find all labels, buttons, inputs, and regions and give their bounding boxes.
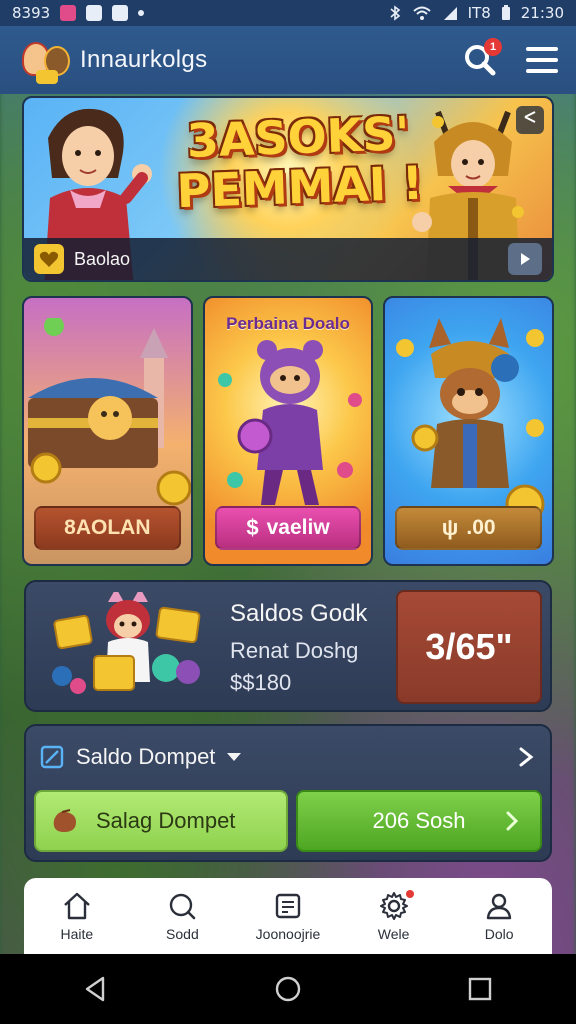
nav-item-settings[interactable]: Wele xyxy=(344,890,444,942)
balance-subtitle: Renat Doshg xyxy=(230,638,359,663)
home-icon xyxy=(63,892,90,920)
hero-banner[interactable]: 3ASOKS' PEMMAI ! Baolao xyxy=(22,96,554,282)
notification-badge: 1 xyxy=(484,38,502,56)
wallet-title: Saldo Dompet xyxy=(76,744,216,769)
game-cards-row: 8AOLAN Perbaina Doalo $ vaeliw ψ .00 xyxy=(22,296,555,566)
treasure-chest-illustration xyxy=(28,318,191,506)
chevron-right-icon[interactable] xyxy=(516,746,536,768)
explorer-card-button[interactable]: ψ .00 xyxy=(395,506,543,550)
signal-icon xyxy=(443,7,457,20)
status-clock: 21:30 xyxy=(520,4,564,22)
balance-amount: $$180 xyxy=(230,670,292,695)
game-card-ninja[interactable]: Perbaina Doalo $ vaeliw xyxy=(202,296,374,566)
hero-badge-label: Baolao xyxy=(74,248,131,269)
heart-badge-icon xyxy=(34,244,64,274)
bottom-navigation: Haite Sodd Joonoojrie Wele Dolo xyxy=(24,878,552,954)
hamburger-menu-button[interactable] xyxy=(526,47,558,73)
wallet-action-button[interactable]: 206 Sosh xyxy=(296,790,542,852)
battery-icon xyxy=(501,5,510,20)
hero-next-button[interactable] xyxy=(508,243,542,275)
app-header: Innaurkolgs 1 xyxy=(0,26,576,94)
coin-bag-icon xyxy=(53,809,76,832)
card-title: Perbaina Doalo xyxy=(226,314,350,333)
system-navigation-bar xyxy=(0,954,576,1024)
gallery-notification-icon xyxy=(60,5,77,21)
settings-notification-dot xyxy=(405,890,414,898)
app-notification-icon xyxy=(112,5,129,21)
chevron-right-icon xyxy=(506,811,519,831)
nav-item-documents[interactable]: Joonoojrie xyxy=(238,890,338,942)
status-time-left: 8393 xyxy=(12,4,51,22)
mascot-gems-illustration xyxy=(52,592,201,694)
chevron-down-icon[interactable] xyxy=(227,753,242,761)
ninja-character-illustration xyxy=(217,340,362,505)
back-triangle-icon[interactable] xyxy=(81,974,111,1004)
play-arrow-icon xyxy=(521,253,530,265)
game-card-explorer[interactable]: ψ .00 xyxy=(383,296,555,566)
wallet-panel: Saldo Dompet Salag Dompet 206 Sosh xyxy=(24,724,552,862)
search-button[interactable]: 1 xyxy=(462,38,502,78)
search-icon xyxy=(170,893,196,920)
edit-icon xyxy=(40,745,64,769)
gear-icon xyxy=(379,892,408,920)
hero-title: 3ASOKS' PEMMAI ! xyxy=(175,106,424,219)
balance-panel[interactable]: Saldos Godk Renat Doshg $$180 3/65" xyxy=(24,580,552,712)
app-title: Innaurkolgs xyxy=(80,46,208,73)
document-icon xyxy=(275,893,301,919)
status-indicator: IT8 xyxy=(467,4,491,22)
wallet-header[interactable]: Saldo Dompet xyxy=(40,742,536,772)
home-circle-icon[interactable] xyxy=(273,974,303,1004)
balance-title: Saldos Godk xyxy=(230,600,368,627)
explorer-character-illustration xyxy=(396,318,545,518)
share-button[interactable] xyxy=(516,106,544,134)
game-card-treasure[interactable]: 8AOLAN xyxy=(22,296,193,566)
bluetooth-icon xyxy=(390,5,400,21)
more-notifications-icon xyxy=(138,10,145,16)
recents-square-icon[interactable] xyxy=(465,974,495,1004)
app-logo[interactable] xyxy=(18,32,74,88)
nav-item-profile[interactable]: Dolo xyxy=(449,890,549,942)
hero-footer: Baolao xyxy=(24,238,552,280)
status-bar: 8393 IT8 21:30 xyxy=(0,0,576,26)
ninja-card-button[interactable]: $ vaeliw xyxy=(214,506,362,550)
share-icon xyxy=(524,111,536,123)
balance-highlight-value[interactable]: 3/65" xyxy=(396,590,542,704)
wallet-balance-button[interactable]: Salag Dompet xyxy=(34,790,288,852)
nav-item-search[interactable]: Sodd xyxy=(132,890,232,942)
wifi-icon xyxy=(412,6,431,20)
treasure-card-button[interactable]: 8AOLAN xyxy=(34,506,181,550)
chat-notification-icon xyxy=(86,5,103,21)
user-icon xyxy=(486,893,512,920)
nav-item-home[interactable]: Haite xyxy=(27,890,127,942)
